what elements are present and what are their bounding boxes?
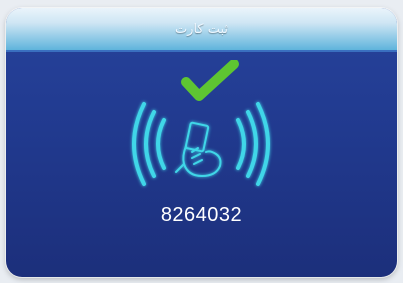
card-number: 8264032: [160, 204, 243, 226]
nfc-status-graphic: [126, 59, 276, 200]
nfc-tap-icon: [132, 102, 270, 186]
header-bar: ثبت کارت: [6, 8, 397, 52]
checkmark-icon: [181, 59, 239, 101]
page-title: ثبت کارت: [174, 22, 229, 37]
card-registration-screen: ثبت کارت 8264032: [6, 8, 397, 277]
